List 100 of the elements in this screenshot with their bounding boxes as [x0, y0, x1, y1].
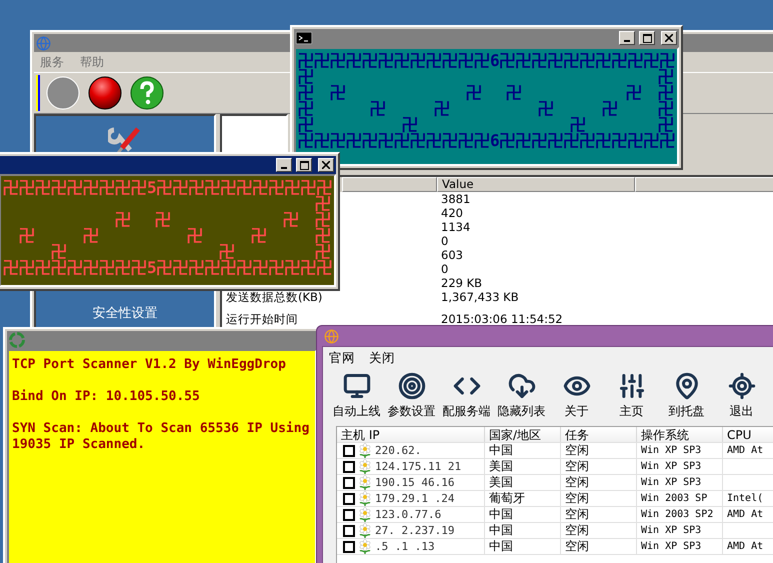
table-cell: 美国: [485, 459, 561, 474]
console-line: SYN Scan: About To Scan 65536 IP Using: [12, 421, 310, 437]
toolbar-button[interactable]: 退出: [714, 369, 769, 423]
table-cell: 空闲: [561, 443, 637, 458]
toolbar-button[interactable]: 到托盘: [659, 369, 714, 423]
cloud-download-icon: [508, 372, 536, 400]
stat-value: 3881: [440, 192, 472, 206]
table-cell: 空闲: [561, 459, 637, 474]
globe-icon: [36, 36, 51, 50]
column-header[interactable]: [635, 177, 773, 192]
console-line: 19035 IP Scanned.: [12, 437, 146, 453]
table-cell: 空闲: [561, 475, 637, 490]
sliders-icon: [618, 372, 646, 400]
stop-icon: [88, 76, 122, 110]
toolbar-button[interactable]: 关于: [549, 369, 604, 423]
table-cell: 中国: [485, 523, 561, 538]
column-header[interactable]: 操作系统: [637, 427, 723, 442]
console-line: 卍 卍: [298, 69, 674, 85]
table-cell: Win XP SP3: [637, 539, 723, 554]
console-line: 卍: [315, 196, 332, 212]
console-line: 卍 卍 卍 卍: [298, 117, 674, 133]
console-line: 卍 卍 卍 卍: [114, 212, 332, 228]
stat-value: 229 KB: [440, 276, 484, 290]
crosshair-icon: [728, 372, 756, 400]
toolbar-button[interactable]: 隐藏列表: [494, 369, 549, 423]
command-prompt-icon: [296, 32, 312, 44]
ip-address: 123.0.77.6: [375, 508, 442, 521]
ip-address: 124.175.11 21: [375, 460, 462, 473]
toolbar-button[interactable]: 参数设置: [384, 369, 439, 423]
checkbox[interactable]: [343, 540, 355, 552]
table-cell: AMD At: [723, 507, 773, 522]
stat-value: 0: [440, 234, 450, 248]
flower-icon: [358, 443, 372, 458]
ip-address: .5 .1 .13: [375, 540, 435, 553]
console-line: 卍卍卍卍卍卍卍卍卍卍卍卍6卍卍卍卍卍卍卍卍卍卍卍: [298, 133, 676, 149]
target-icon: [398, 372, 426, 400]
close-icon: [665, 34, 673, 42]
ip-address: 27. 2.237.19: [375, 524, 454, 537]
column-header[interactable]: 国家/地区: [485, 427, 561, 442]
table-cell: 空闲: [561, 507, 637, 522]
menu-item[interactable]: 官网: [329, 350, 355, 366]
table-cell: 美国: [485, 475, 561, 490]
toolbar-button[interactable]: [86, 74, 124, 112]
toolbar-button[interactable]: 自动上线: [329, 369, 384, 423]
recycle-icon: [9, 332, 25, 348]
toolbar-grip-icon: [36, 75, 40, 111]
flower-icon: [358, 507, 372, 522]
circle-icon: [46, 76, 80, 110]
side-panel-label[interactable]: 安全性设置: [92, 304, 158, 322]
ip-address: 190.15 46.16: [375, 476, 454, 489]
table-cell: Win XP SP3: [637, 475, 723, 490]
menu-item[interactable]: 关闭: [369, 350, 395, 366]
toolbar-button[interactable]: 配服务端: [439, 369, 494, 423]
column-header[interactable]: Value: [437, 177, 635, 192]
column-header[interactable]: CPU: [723, 427, 773, 442]
ip-address: 179.29.1 .24: [375, 492, 454, 505]
table-cell: 中国: [485, 507, 561, 522]
checkbox[interactable]: [343, 444, 355, 456]
table-cell: Intel(: [723, 491, 773, 506]
stat-value: 420: [440, 206, 464, 220]
close-button[interactable]: [661, 31, 677, 45]
console-line: 卍卍卍卍卍卍卍卍卍5卍卍卍卍卍卍卍卍卍卍卍: [3, 180, 333, 196]
checkbox[interactable]: [343, 460, 355, 472]
checkbox[interactable]: [343, 492, 355, 504]
checkbox[interactable]: [343, 508, 355, 520]
checkbox[interactable]: [343, 524, 355, 536]
help-icon: [130, 76, 164, 110]
minimize-button[interactable]: [276, 158, 292, 172]
checkbox[interactable]: [343, 476, 355, 488]
stat-value: 1134: [440, 220, 472, 234]
maximize-button[interactable]: [639, 31, 655, 45]
table-cell: Win XP SP3: [637, 459, 723, 474]
column-header[interactable]: 任务: [561, 427, 637, 442]
table-cell: 空闲: [561, 491, 637, 506]
table-cell: AMD At: [723, 443, 773, 458]
console-line: 卍 卍 卍 卍 卍: [18, 228, 332, 244]
stat-label: 发送数据总数(KB): [225, 290, 324, 304]
table-cell: 空闲: [561, 523, 637, 538]
ip-address: 220.62.: [375, 444, 422, 457]
table-cell: 空闲: [561, 539, 637, 554]
console-line: TCP Port Scanner V1.2 By WinEggDrop: [12, 357, 286, 373]
column-header[interactable]: 主机 IP: [337, 427, 485, 442]
flower-icon: [358, 491, 372, 506]
table-cell: AMD At: [723, 539, 773, 554]
stat-value: 1,367,433 KB: [440, 290, 520, 304]
close-button[interactable]: [318, 158, 334, 172]
globe-icon: [324, 328, 339, 344]
maximize-button[interactable]: [296, 158, 312, 172]
flower-icon: [358, 523, 372, 538]
stat-value: 2015:03:06 11:54:52: [440, 312, 564, 326]
console-line: 卍 卍 卍 卍 卍 卍: [298, 85, 674, 101]
toolbar-button[interactable]: [128, 74, 166, 112]
close-icon: [322, 161, 330, 169]
minimize-button[interactable]: [619, 31, 635, 45]
toolbar-button[interactable]: 主页: [604, 369, 659, 423]
column-header[interactable]: [342, 177, 437, 192]
table-cell: Win 2003 SP2: [637, 507, 723, 522]
table-cell: 葡萄牙: [485, 491, 561, 506]
maximize-icon: [300, 160, 308, 170]
table-cell: Win 2003 SP: [637, 491, 723, 506]
